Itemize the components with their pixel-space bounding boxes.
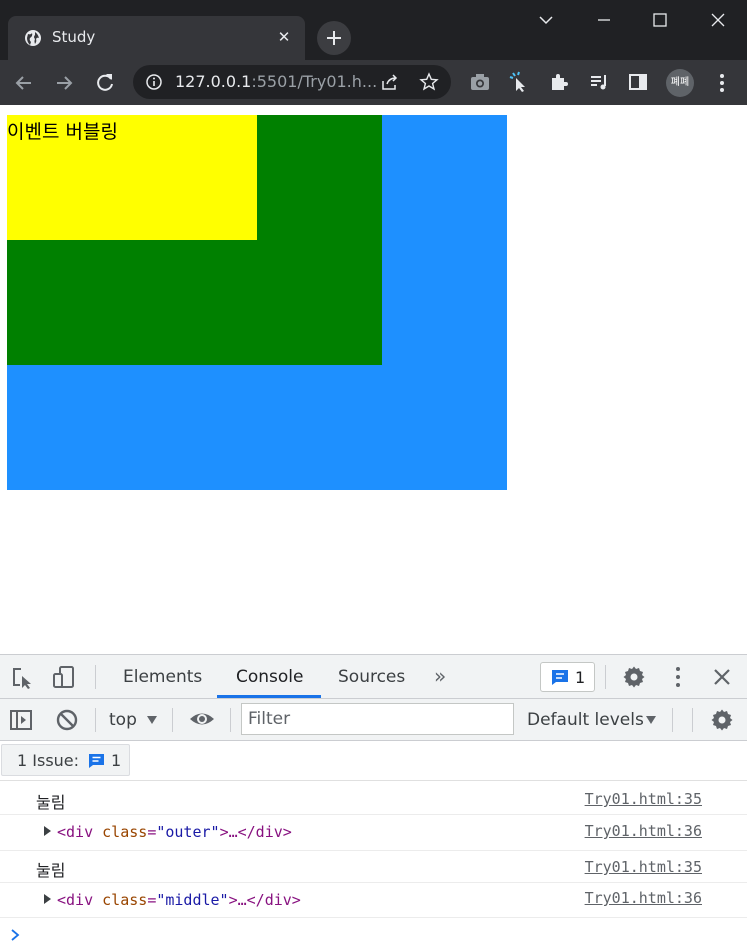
toolbar-separator — [230, 708, 231, 732]
address-bar[interactable]: 127.0.0.1:5501/Try01.h... — [133, 65, 451, 99]
issues-count: 1 — [111, 751, 122, 770]
code-tag: <div — [57, 823, 94, 841]
log-source-link[interactable]: Try01.html:35 — [585, 790, 702, 808]
profile-avatar[interactable]: 폐폐 — [666, 69, 694, 97]
devtools-panel: Elements Console Sources » 1 top Filter … — [0, 654, 747, 948]
console-log-row: 눌림 Try01.html:35 — [0, 851, 747, 883]
tab-search-chevron-icon[interactable] — [532, 8, 560, 32]
code-eq: = — [147, 823, 157, 841]
issue-message-icon — [552, 670, 568, 685]
devtools-tabbar: Elements Console Sources » 1 — [0, 655, 747, 699]
console-log-row[interactable]: <div class="middle">…</div> Try01.html:3… — [0, 883, 747, 918]
toolbar-separator — [95, 665, 96, 689]
console-prompt-chevron-icon[interactable] — [9, 928, 21, 942]
maximize-icon[interactable] — [646, 8, 674, 32]
settings-gear-icon[interactable] — [622, 665, 646, 689]
console-log-row[interactable]: <div class="outer">…</div> Try01.html:36 — [0, 815, 747, 851]
media-control-icon[interactable] — [588, 71, 610, 93]
middle-box[interactable]: 이벤트 버블링 — [7, 115, 382, 365]
log-message: 눌림 — [36, 793, 66, 812]
console-messages: 눌림 Try01.html:35 <div class="outer">…</d… — [0, 782, 747, 948]
issues-bar: 1 Issue: 1 — [0, 741, 747, 781]
camera-icon[interactable] — [469, 71, 491, 93]
log-source-link[interactable]: Try01.html:36 — [585, 822, 702, 840]
expand-triangle-icon[interactable] — [44, 826, 51, 836]
issues-counter-button[interactable]: 1 — [540, 662, 595, 692]
back-arrow-icon[interactable] — [11, 70, 37, 96]
levels-dropdown-caret-icon[interactable] — [646, 716, 656, 724]
console-log-row: 눌림 Try01.html:35 — [0, 782, 747, 815]
click-cursor-icon[interactable] — [508, 71, 530, 93]
extensions-puzzle-icon[interactable] — [548, 71, 570, 93]
device-toolbar-icon[interactable] — [52, 665, 76, 689]
tab-elements[interactable]: Elements — [123, 667, 202, 687]
execution-context-select[interactable]: top — [109, 710, 137, 730]
code-attr: class — [102, 823, 148, 841]
inner-box[interactable]: 이벤트 버블링 — [7, 115, 257, 240]
globe-icon — [25, 30, 41, 46]
close-devtools-icon[interactable] — [710, 665, 734, 689]
window-close-icon[interactable] — [704, 8, 732, 32]
sidebar-toggle-icon[interactable] — [9, 708, 33, 732]
toolbar-separator — [605, 665, 606, 689]
side-panel-icon[interactable] — [627, 71, 649, 93]
tab-close-icon[interactable]: ✕ — [273, 26, 295, 48]
bookmark-star-icon[interactable] — [419, 72, 439, 92]
code-eq: = — [147, 891, 157, 909]
code-rest: >…</div> — [228, 891, 301, 909]
devtools-menu-icon[interactable] — [666, 665, 690, 689]
console-settings-gear-icon[interactable] — [710, 708, 734, 732]
url-host: 127.0.0.1 — [175, 72, 252, 91]
log-levels-select[interactable]: Default levels — [527, 710, 644, 730]
site-info-icon[interactable] — [145, 73, 163, 91]
browser-menu-icon[interactable] — [712, 72, 732, 94]
browser-titlebar: Study ✕ — [0, 0, 747, 60]
inner-box-text: 이벤트 버블링 — [7, 121, 118, 143]
expand-triangle-icon[interactable] — [44, 894, 51, 904]
log-message: 눌림 — [36, 861, 66, 880]
log-element-node[interactable]: <div class="middle">…</div> — [57, 891, 301, 909]
console-toolbar: top Default levels — [0, 699, 747, 741]
code-tag: <div — [57, 891, 94, 909]
issues-counter-value: 1 — [575, 668, 586, 687]
code-rest: >…</div> — [219, 823, 292, 841]
log-source-link[interactable]: Try01.html:35 — [585, 858, 702, 876]
share-icon[interactable] — [380, 72, 400, 92]
issue-message-icon — [89, 754, 104, 768]
forward-arrow-icon[interactable] — [51, 70, 77, 96]
clear-console-icon[interactable] — [55, 708, 79, 732]
tab-console[interactable]: Console — [236, 667, 304, 687]
url-path: :5501/Try01.h... — [251, 72, 378, 91]
browser-toolbar: 127.0.0.1:5501/Try01.h... 폐폐 — [0, 60, 747, 105]
plus-icon — [327, 31, 341, 45]
inspect-element-icon[interactable] — [11, 666, 35, 690]
log-source-link[interactable]: Try01.html:36 — [585, 889, 702, 907]
context-dropdown-caret-icon[interactable] — [147, 716, 157, 724]
code-value: "middle" — [156, 891, 229, 909]
issues-label: 1 Issue: — [17, 751, 80, 770]
browser-tab-study[interactable]: Study ✕ — [8, 16, 305, 60]
more-tabs-icon[interactable]: » — [434, 664, 446, 688]
live-expression-eye-icon[interactable] — [189, 707, 215, 731]
toolbar-separator — [672, 708, 673, 732]
minimize-icon[interactable] — [590, 8, 618, 32]
issues-button[interactable]: 1 Issue: 1 — [1, 744, 130, 776]
tab-sources[interactable]: Sources — [338, 667, 405, 687]
console-filter-input[interactable] — [241, 703, 514, 735]
outer-box[interactable]: 이벤트 버블링 — [7, 115, 507, 490]
tab-title: Study — [52, 28, 96, 46]
log-element-node[interactable]: <div class="outer">…</div> — [57, 823, 292, 841]
url-text[interactable]: 127.0.0.1:5501/Try01.h... — [175, 72, 377, 91]
toolbar-separator — [692, 708, 693, 732]
active-tab-indicator — [217, 695, 321, 698]
code-attr: class — [102, 891, 148, 909]
new-tab-button[interactable] — [317, 21, 351, 55]
toolbar-separator — [172, 708, 173, 732]
code-value: "outer" — [156, 823, 220, 841]
reload-icon[interactable] — [92, 70, 118, 96]
page-viewport: 이벤트 버블링 — [0, 105, 747, 654]
toolbar-separator — [95, 708, 96, 732]
